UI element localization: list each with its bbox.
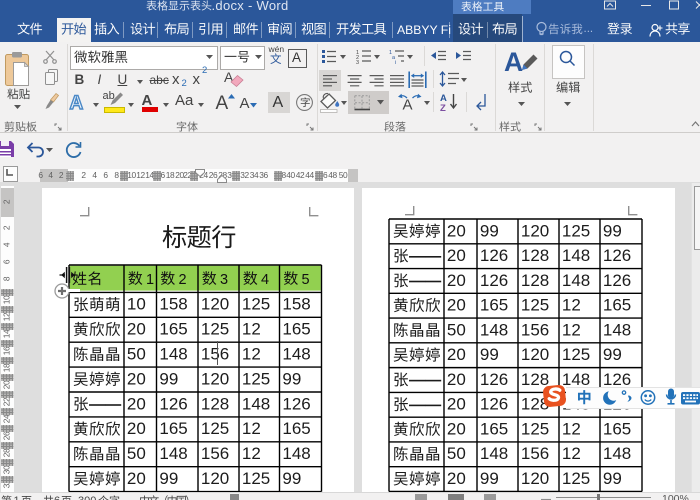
svg-text:99: 99 [480, 345, 499, 364]
svg-text:125: 125 [521, 295, 549, 314]
svg-text:148: 148 [562, 270, 590, 289]
svg-text:148: 148 [480, 320, 508, 339]
svg-text:20: 20 [447, 246, 466, 265]
svg-text:99: 99 [603, 221, 622, 240]
svg-text:20: 20 [447, 419, 466, 438]
svg-text:126: 126 [480, 246, 508, 265]
svg-text:126: 126 [480, 369, 508, 388]
svg-text:148: 148 [562, 246, 590, 265]
svg-text:20: 20 [447, 345, 466, 364]
svg-text:120: 120 [521, 221, 549, 240]
svg-text:156: 156 [521, 320, 549, 339]
svg-text:126: 126 [603, 246, 631, 265]
svg-text:128: 128 [521, 270, 549, 289]
svg-text:128: 128 [521, 246, 549, 265]
svg-text:20: 20 [447, 369, 466, 388]
svg-text:120: 120 [521, 345, 549, 364]
svg-text:12: 12 [562, 295, 581, 314]
svg-text:12: 12 [562, 320, 581, 339]
svg-text:126: 126 [603, 270, 631, 289]
svg-text:20: 20 [447, 221, 466, 240]
svg-text:50: 50 [447, 444, 466, 463]
svg-text:12: 12 [562, 419, 581, 438]
svg-text:3: 3 [220, 272, 228, 288]
svg-text:5: 5 [302, 272, 310, 288]
svg-text:20: 20 [447, 394, 466, 413]
svg-text:126: 126 [480, 270, 508, 289]
svg-text:126: 126 [480, 394, 508, 413]
svg-text:99: 99 [603, 345, 622, 364]
svg-text:165: 165 [603, 295, 631, 314]
svg-text:125: 125 [562, 221, 590, 240]
svg-text:99: 99 [480, 469, 499, 488]
svg-text:12: 12 [562, 444, 581, 463]
svg-text:125: 125 [562, 469, 590, 488]
svg-text:148: 148 [480, 444, 508, 463]
svg-text:165: 165 [603, 419, 631, 438]
svg-text:99: 99 [480, 221, 499, 240]
svg-text:20: 20 [447, 295, 466, 314]
svg-text:20: 20 [447, 469, 466, 488]
svg-text:126: 126 [603, 369, 631, 388]
svg-text:1: 1 [146, 272, 154, 288]
svg-text:165: 165 [480, 295, 508, 314]
svg-text:120: 120 [521, 469, 549, 488]
svg-text:4: 4 [261, 272, 269, 288]
svg-text:148: 148 [603, 444, 631, 463]
svg-text:125: 125 [562, 345, 590, 364]
svg-text:99: 99 [603, 469, 622, 488]
svg-text:165: 165 [480, 419, 508, 438]
svg-text:125: 125 [521, 419, 549, 438]
svg-text:20: 20 [447, 270, 466, 289]
svg-text:156: 156 [521, 444, 549, 463]
svg-text:50: 50 [447, 320, 466, 339]
svg-text:148: 148 [603, 320, 631, 339]
svg-text:2: 2 [179, 272, 187, 288]
